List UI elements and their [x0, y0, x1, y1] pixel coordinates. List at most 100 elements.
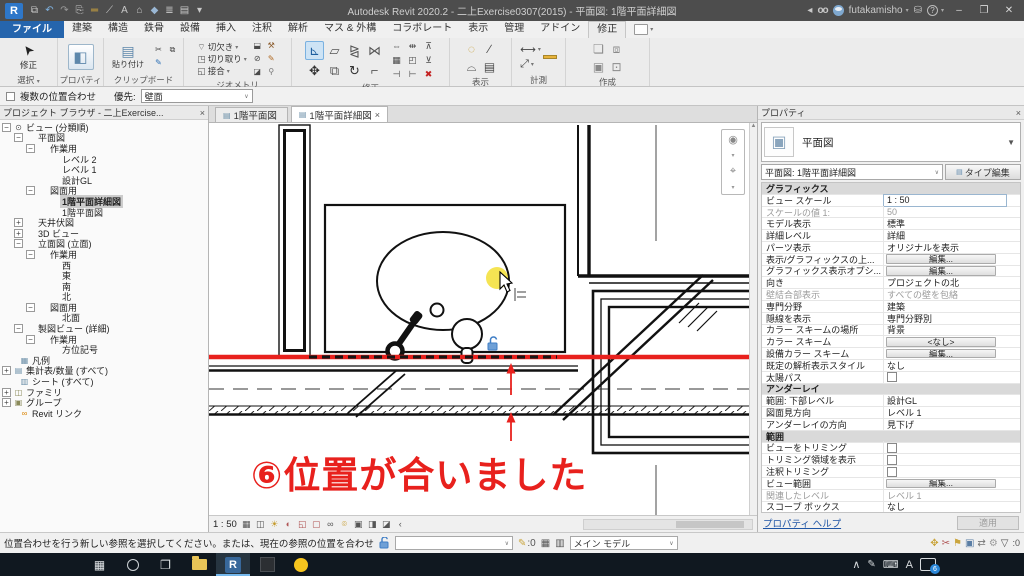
file-explorer-button[interactable]	[182, 553, 216, 576]
trim-extend-corner-tool[interactable]: ⌐	[365, 61, 384, 80]
filter-icon[interactable]: ▽	[1001, 538, 1009, 549]
create-assembly-icon[interactable]: ⧈	[608, 40, 625, 57]
tree-item[interactable]: レベル 2	[0, 154, 208, 165]
default-3d-view-icon[interactable]: ⌂	[132, 3, 147, 19]
signed-in-user[interactable]: futakamisho	[849, 5, 903, 16]
ribbon-tab[interactable]: 設備	[172, 21, 208, 38]
measure-between-icon[interactable]: ⤢▾	[520, 58, 541, 71]
tree-expander-icon[interactable]: −	[14, 324, 23, 333]
design-options-select[interactable]: ∨	[395, 536, 513, 550]
create-similar-icon[interactable]: ⊡	[608, 58, 625, 75]
rotate-tool[interactable]: ↻	[345, 61, 364, 80]
ime-mode-indicator[interactable]: A	[906, 559, 913, 571]
tree-item[interactable]: 南	[0, 281, 208, 292]
property-value[interactable]: 1 : 50	[884, 195, 1006, 206]
close-button[interactable]: ✕	[999, 3, 1019, 19]
tree-expander-icon[interactable]: −	[26, 335, 35, 344]
pen-input-icon[interactable]: ✎	[867, 559, 875, 570]
tree-expander-icon[interactable]: +	[2, 388, 11, 397]
property-value[interactable]: 専門分野別	[884, 313, 1020, 324]
show-hidden-icons-button[interactable]: ∧	[852, 558, 860, 571]
tree-item[interactable]: − 作業用	[0, 334, 208, 345]
tree-item[interactable]: 設計GL	[0, 175, 208, 186]
view-tab-close-icon[interactable]: ×	[375, 110, 380, 120]
user-avatar[interactable]	[833, 5, 844, 16]
view-scale-label[interactable]: 1 : 50	[213, 519, 237, 530]
tree-expander-icon[interactable]: −	[26, 186, 35, 195]
thin-lines-icon[interactable]: ▤	[177, 3, 192, 19]
cortana-search-button[interactable]	[116, 553, 149, 576]
ribbon-tab[interactable]: 建築	[64, 21, 100, 38]
ribbon-tab[interactable]: マス & 外構	[316, 21, 384, 38]
ribbon-tab[interactable]: コラボレート	[384, 21, 460, 38]
tree-expander-icon[interactable]: −	[26, 144, 35, 153]
ribbon-tab[interactable]: アドイン	[532, 21, 588, 38]
properties-header[interactable]: プロパティ ×	[758, 106, 1024, 120]
property-value[interactable]: 編集...	[886, 266, 996, 276]
cut-geometry-tool[interactable]: ◳ 切り取り ▾	[197, 54, 247, 65]
demolish-tool[interactable]: ⚒	[265, 40, 278, 52]
tree-expander-icon[interactable]: +	[14, 218, 23, 227]
unjoin-tool[interactable]: ⊘	[251, 53, 264, 65]
multiple-alignment-checkbox[interactable]	[6, 92, 15, 101]
property-value[interactable]: 詳細	[884, 230, 1020, 241]
copy-tool[interactable]: ⧉	[325, 61, 344, 80]
sun-path-off-icon[interactable]: ☀	[268, 518, 281, 531]
collapse-icon[interactable]: ‹	[394, 518, 407, 531]
property-value[interactable]: 50	[884, 207, 1020, 218]
app-store-icon[interactable]: ⛁	[914, 5, 922, 16]
property-value[interactable]	[884, 443, 1020, 454]
align-tool[interactable]: ⊾	[305, 41, 324, 60]
select-by-face-toggle-icon[interactable]: ▣	[965, 538, 974, 549]
tab-file[interactable]: ファイル	[0, 21, 64, 38]
start-button[interactable]: ▦	[83, 553, 116, 576]
property-value[interactable]: <なし>	[886, 337, 996, 347]
temporary-hide-isolate-icon[interactable]: ∞	[324, 518, 337, 531]
tree-expander-icon[interactable]: −	[26, 250, 35, 259]
navbar-caret-icon[interactable]: ▾	[731, 152, 734, 159]
text-icon[interactable]: A	[117, 3, 132, 19]
offset-tool[interactable]: ⏥	[325, 41, 344, 60]
drag-elements-toggle-icon[interactable]: ⇄	[977, 538, 985, 549]
tree-item[interactable]: − 作業用	[0, 143, 208, 154]
print-icon[interactable]: ⎘	[72, 3, 87, 19]
apply-button[interactable]: 適用	[957, 516, 1019, 530]
ribbon-tab[interactable]: 表示	[460, 21, 496, 38]
model-view[interactable]: ⑥位置が合いました ◉ ▾ ⌖ ▾ ▲	[209, 123, 757, 515]
mirror-draw-axis-tool[interactable]: ⋈	[365, 41, 384, 60]
aligned-dimension-icon[interactable]: ═	[87, 3, 102, 19]
tree-expander-icon[interactable]: −	[2, 123, 11, 132]
trim-extend-single-tool[interactable]: ⊣	[389, 68, 404, 81]
tree-item[interactable]: + 3D ビュー	[0, 228, 208, 239]
tree-expander-icon[interactable]: +	[2, 366, 11, 375]
property-value[interactable]: 編集...	[886, 479, 996, 489]
paste-button[interactable]: ▤ 貼り付け	[108, 40, 148, 73]
property-value[interactable]	[884, 466, 1020, 477]
cut-icon[interactable]: ✂	[152, 44, 165, 56]
tree-item[interactable]: − 立面図 (立面)	[0, 239, 208, 250]
property-value[interactable]: プロジェクトの北	[884, 277, 1020, 288]
help-caret-icon[interactable]: ▾	[941, 7, 944, 14]
visual-style-icon[interactable]: ◫	[254, 518, 267, 531]
revit-logo-icon[interactable]: R	[5, 3, 23, 19]
tree-item[interactable]: レベル 1	[0, 164, 208, 175]
property-value[interactable]: なし	[884, 360, 1020, 371]
canvas-vertical-scrollbar[interactable]: ▲	[749, 123, 757, 515]
modify-tool-button[interactable]: ➤ 修正	[12, 40, 46, 73]
yellow-app-button[interactable]	[284, 553, 318, 576]
tree-expander-icon[interactable]: +	[14, 229, 23, 238]
cut-profile-icon[interactable]: ⌓	[463, 58, 480, 75]
unpin-tool[interactable]: ⊻	[421, 54, 436, 67]
properties-toggle-button[interactable]: ◧	[68, 44, 94, 70]
prefer-select[interactable]: 壁面 ∨	[141, 89, 253, 103]
tree-item[interactable]: − 製図ビュー (詳細)	[0, 323, 208, 334]
column-element[interactable]	[279, 125, 310, 356]
ribbon-tab[interactable]: 挿入	[208, 21, 244, 38]
search-icon[interactable]: oo	[817, 5, 827, 16]
property-value[interactable]: 背景	[884, 325, 1020, 336]
array-tool[interactable]: ▦	[389, 54, 404, 67]
property-value[interactable]: オリジナルを表示	[884, 242, 1020, 253]
property-value[interactable]: すべての壁を包絡	[884, 289, 1020, 300]
tree-expander-icon[interactable]: −	[14, 133, 23, 142]
mirror-pick-axis-tool[interactable]: ⧎	[345, 41, 364, 60]
